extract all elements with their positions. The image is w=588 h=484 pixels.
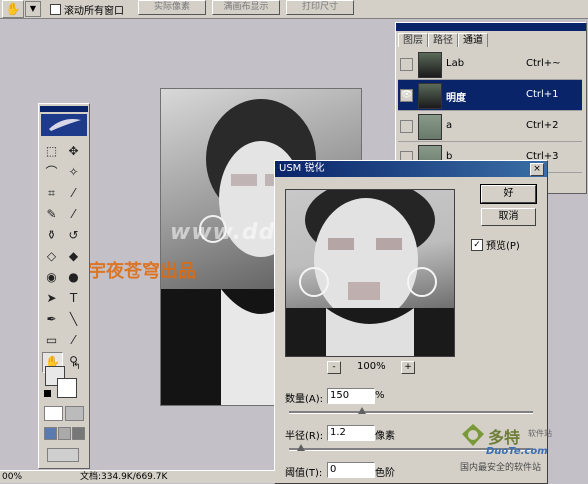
crop-tool-icon[interactable]: ⌗ — [42, 184, 61, 203]
chevron-down-icon[interactable]: ▼ — [25, 1, 41, 17]
visibility-toggle[interactable] — [400, 58, 413, 71]
publisher-watermark: 宇夜苍穹出品 — [88, 261, 196, 282]
history-brush-tool-icon[interactable]: ↺ — [64, 226, 83, 245]
type-tool-icon[interactable]: T — [64, 289, 83, 308]
options-bar: ✋ ▼ 滚动所有窗口 实际像素 满画布显示 打印尺寸 — [0, 0, 588, 19]
amount-input[interactable]: 150 — [327, 388, 375, 404]
slice-tool-icon[interactable]: ⁄ — [64, 184, 83, 203]
brush-tool-icon[interactable]: ⁄ — [64, 205, 83, 224]
radius-slider-handle[interactable] — [297, 444, 306, 451]
fit-on-screen-button[interactable]: 满画布显示 — [212, 0, 280, 15]
preview-portrait — [286, 190, 454, 356]
preview-window[interactable] — [285, 189, 455, 357]
channel-shortcut: Ctrl+~ — [526, 58, 561, 69]
clone-stamp-tool-icon[interactable]: ⚱ — [42, 226, 61, 245]
screen-mode-full-icon[interactable] — [72, 427, 85, 440]
logo-en-text: DuoTe.com — [486, 446, 548, 457]
background-color-swatch[interactable] — [57, 378, 77, 398]
amount-label: 数量(A): — [285, 394, 324, 405]
channel-thumbnail — [418, 114, 442, 140]
logo-sub-text: 软件站 — [528, 429, 552, 438]
cancel-button[interactable]: 取消 — [481, 208, 536, 226]
jump-to-imageready-icon[interactable] — [47, 448, 79, 462]
ok-button[interactable]: 好 — [480, 184, 537, 204]
print-size-button[interactable]: 打印尺寸 — [286, 0, 354, 15]
radius-label: 半径(R): — [285, 431, 324, 442]
channel-shortcut: Ctrl+2 — [526, 120, 559, 131]
tab-layers[interactable]: 图层 — [398, 33, 428, 47]
tab-channels[interactable]: 通道 — [458, 33, 488, 47]
amount-unit: % — [375, 390, 385, 401]
channel-thumbnail — [418, 83, 442, 109]
lasso-tool-icon[interactable]: ⌒ — [42, 163, 61, 182]
healing-brush-tool-icon[interactable]: ✎ — [42, 205, 61, 224]
channel-thumbnail — [418, 52, 442, 78]
close-icon[interactable]: × — [530, 163, 544, 176]
panel-tabs: 图层 路径 通道 — [398, 33, 488, 47]
threshold-input[interactable]: 0 — [327, 462, 375, 478]
line-tool-icon[interactable]: ╲ — [64, 310, 83, 329]
zoom-level: 100% — [357, 361, 386, 372]
toolbox-titlebar[interactable] — [40, 106, 88, 112]
eyedropper-tool-icon[interactable]: ⁄ — [64, 331, 83, 350]
tab-paths[interactable]: 路径 — [428, 33, 458, 47]
status-zoom[interactable]: 00% — [2, 471, 22, 483]
channel-row-lightness[interactable]: 👁 明度 Ctrl+1 — [398, 80, 582, 111]
eraser-tool-icon[interactable]: ◇ — [42, 247, 61, 266]
scroll-all-windows-label: 滚动所有窗口 — [64, 6, 124, 17]
duote-watermark-logo: 多特 软件站 DuoTe.com 国内最安全的软件站 — [460, 422, 585, 473]
checkmark-icon[interactable]: ✓ — [471, 238, 483, 251]
channel-name: a — [446, 120, 453, 131]
status-bar: 00% 文档:334.9K/669.7K — [0, 470, 275, 483]
threshold-label: 阈值(T): — [285, 468, 323, 479]
amount-slider-handle[interactable] — [358, 407, 367, 414]
zoom-out-button[interactable]: - — [327, 361, 341, 374]
logo-tagline: 国内最安全的软件站 — [460, 463, 542, 473]
eye-icon[interactable]: 👁 — [400, 89, 413, 102]
notes-tool-icon[interactable]: ▭ — [42, 331, 61, 350]
preview-label: 预览(P) — [486, 241, 520, 252]
photoshop-feather-logo[interactable] — [41, 114, 87, 136]
channel-name: 明度 — [446, 93, 466, 104]
checkbox-box[interactable] — [50, 4, 61, 15]
paint-bucket-tool-icon[interactable]: ◆ — [64, 247, 83, 266]
radius-unit: 像素 — [375, 431, 395, 442]
status-doc-info: 文档:334.9K/669.7K — [80, 472, 168, 482]
duote-logo-icon — [462, 424, 484, 446]
blur-tool-icon[interactable]: ◉ — [42, 268, 61, 287]
screen-mode-standard-icon[interactable] — [44, 427, 57, 440]
actual-pixels-button[interactable]: 实际像素 — [138, 0, 206, 15]
pen-tool-icon[interactable]: ✒ — [42, 310, 61, 329]
dialog-title: USM 锐化 — [279, 163, 325, 174]
channel-row-lab[interactable]: Lab Ctrl+~ — [398, 49, 582, 80]
channel-name: Lab — [446, 58, 465, 69]
hand-tool-preset-icon[interactable]: ✋ — [2, 0, 24, 18]
logo-cn-text: 多特 — [488, 428, 521, 447]
amount-slider-track[interactable] — [289, 411, 533, 414]
magic-wand-tool-icon[interactable]: ✧ — [64, 163, 83, 182]
default-colors-icon[interactable] — [44, 390, 51, 397]
standard-mode-icon[interactable] — [44, 406, 63, 421]
threshold-unit: 色阶 — [375, 468, 395, 479]
toolbox-panel: ⬚ ✥ ⌒ ✧ ⌗ ⁄ ✎ ⁄ ⚱ ↺ ◇ ◆ ◉ ● ➤ T ✒ ╲ ▭ ⁄ … — [38, 103, 90, 469]
channel-row-a[interactable]: a Ctrl+2 — [398, 111, 582, 142]
scroll-all-windows-checkbox[interactable]: 滚动所有窗口 — [50, 2, 124, 17]
path-selection-tool-icon[interactable]: ➤ — [42, 289, 61, 308]
visibility-toggle[interactable] — [400, 120, 413, 133]
radius-input[interactable]: 1.2 — [327, 425, 375, 441]
panel-titlebar[interactable] — [396, 23, 586, 31]
screen-mode-full-menu-icon[interactable] — [58, 427, 71, 440]
swap-colors-icon[interactable]: ↰ — [73, 362, 81, 372]
quick-mask-mode-icon[interactable] — [65, 406, 84, 421]
dodge-tool-icon[interactable]: ● — [64, 268, 83, 287]
preview-checkbox[interactable]: ✓ 预览(P) — [471, 237, 520, 252]
move-tool-icon[interactable]: ✥ — [64, 142, 83, 161]
marquee-tool-icon[interactable]: ⬚ — [42, 142, 61, 161]
dialog-titlebar[interactable]: USM 锐化 × — [275, 161, 547, 177]
channel-shortcut: Ctrl+1 — [526, 89, 559, 100]
zoom-in-button[interactable]: + — [401, 361, 415, 374]
